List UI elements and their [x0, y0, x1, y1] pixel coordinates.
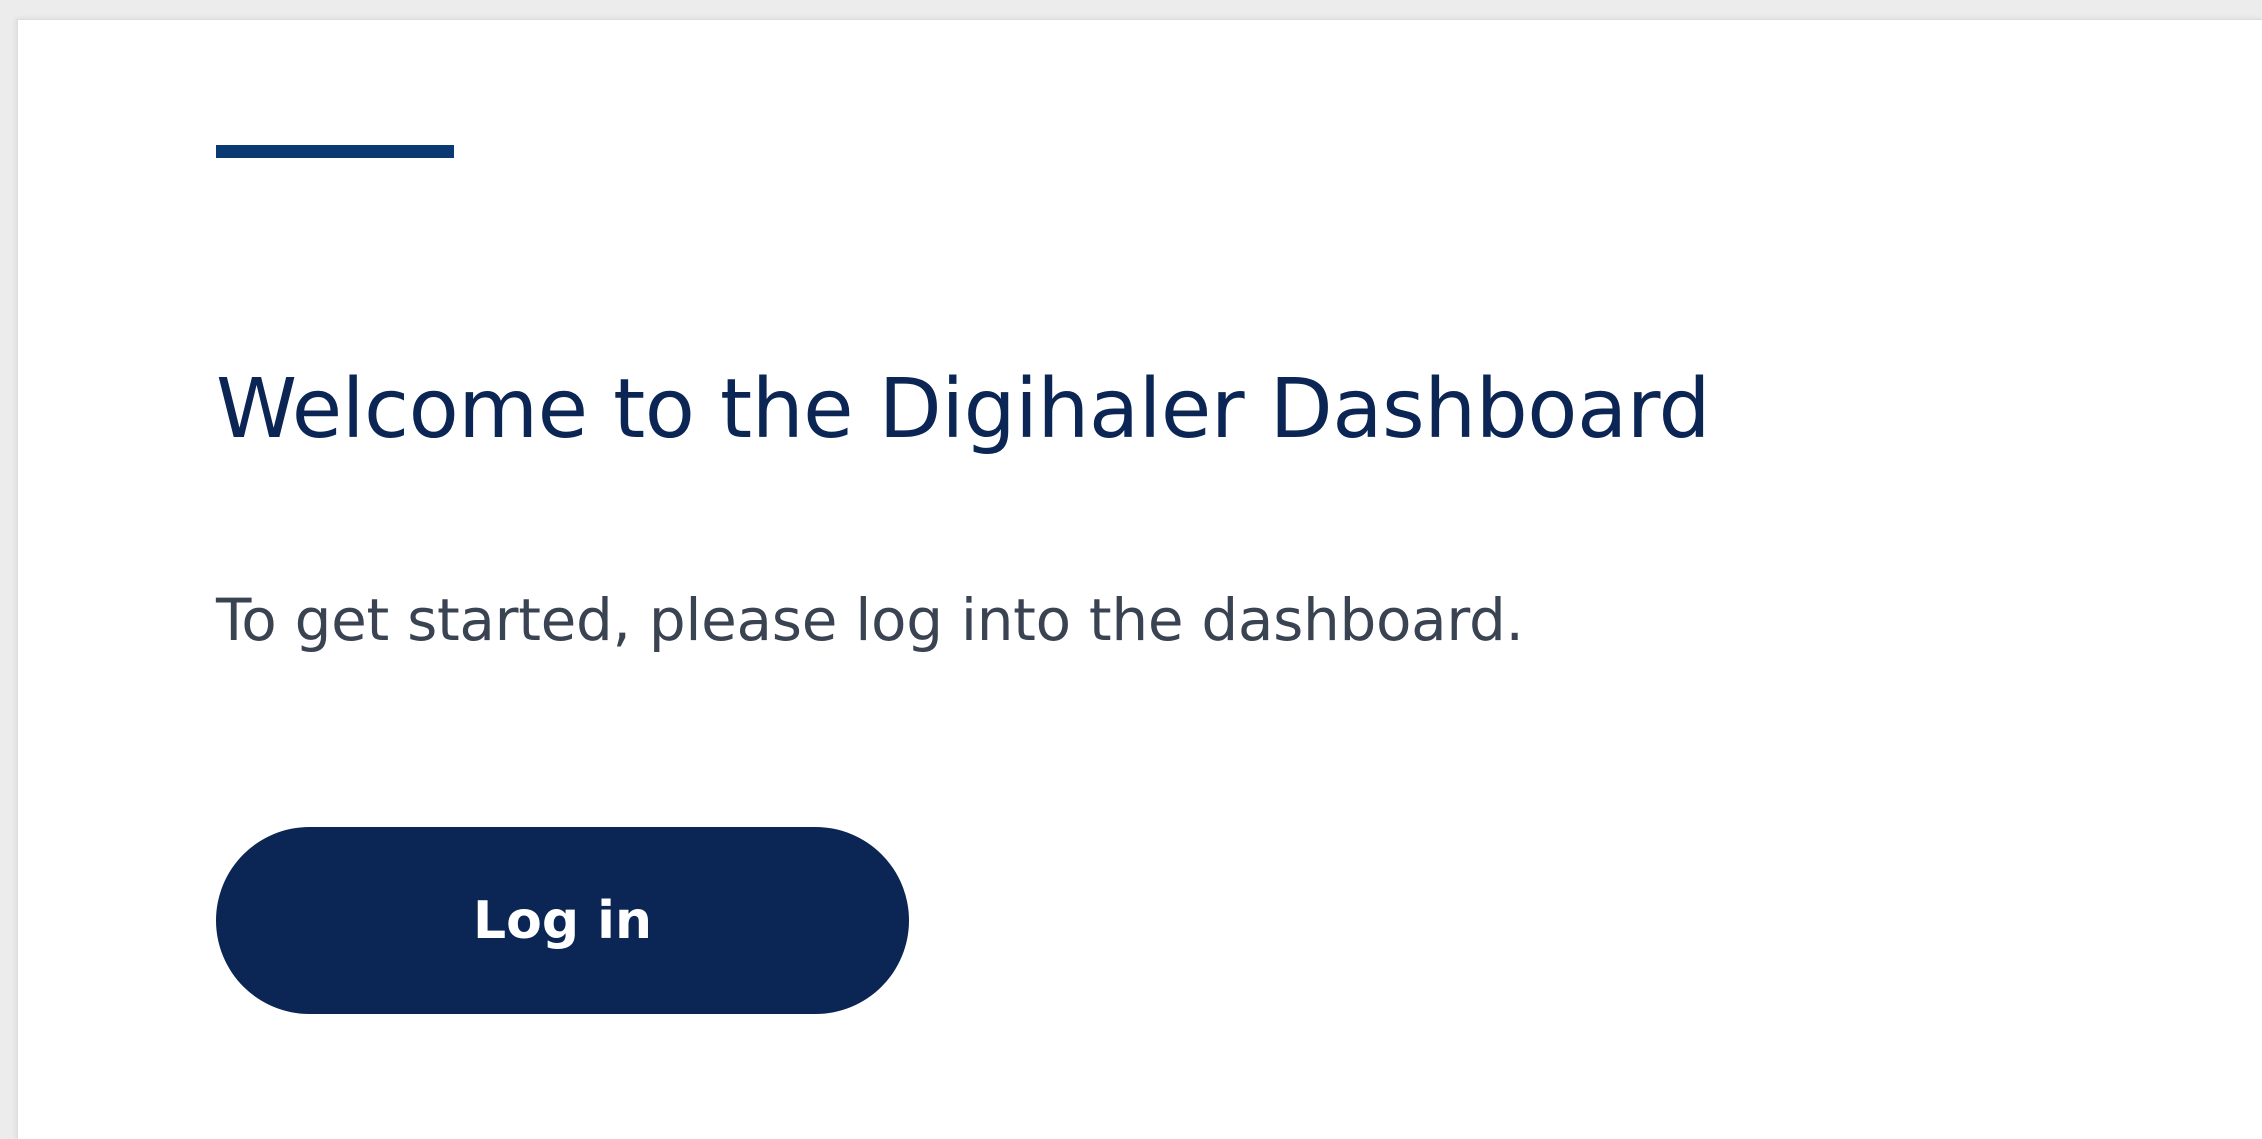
page-title: Welcome to the Digihaler Dashboard	[216, 362, 1711, 457]
welcome-card: Welcome to the Digihaler Dashboard To ge…	[17, 19, 2262, 1139]
login-button-label: Log in	[472, 890, 653, 951]
login-button[interactable]: Log in	[216, 827, 909, 1014]
accent-divider	[216, 145, 454, 158]
intro-text: To get started, please log into the dash…	[216, 586, 1524, 654]
